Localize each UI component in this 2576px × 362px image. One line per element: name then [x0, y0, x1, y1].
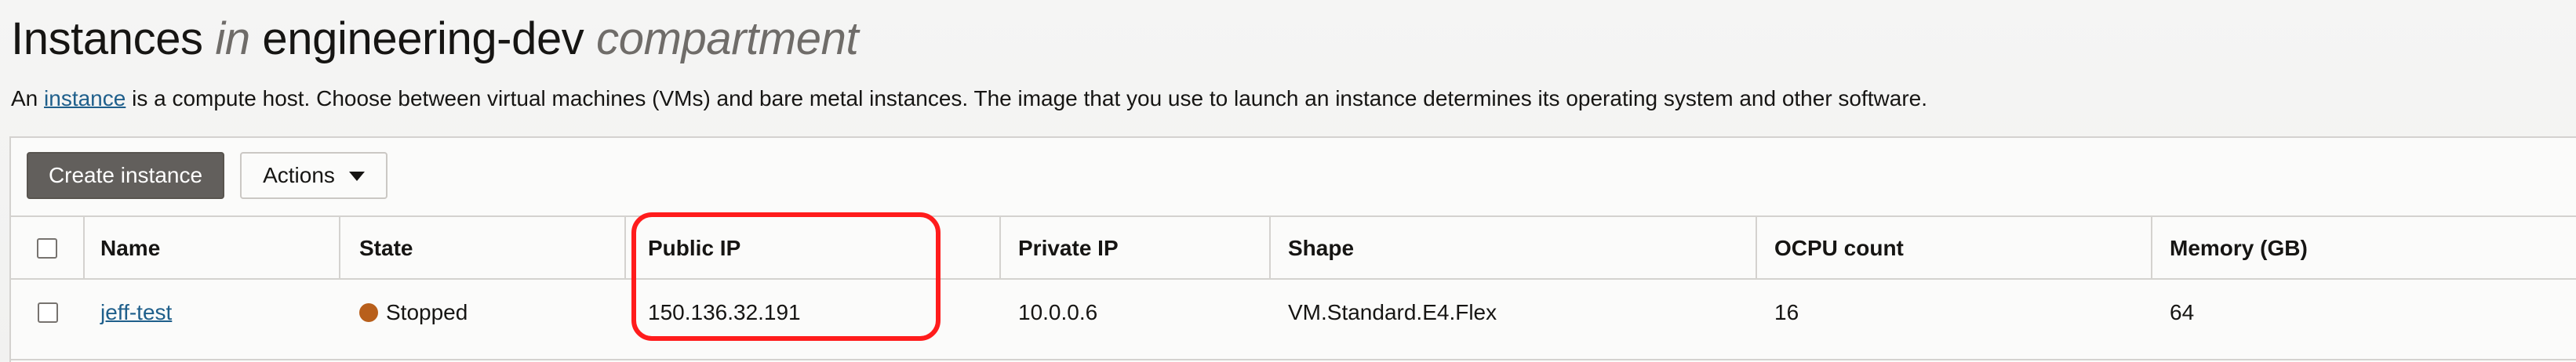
page-description: An instance is a compute host. Choose be…: [11, 83, 2560, 114]
instance-help-link[interactable]: instance: [44, 86, 126, 110]
select-all-cell: [11, 217, 85, 280]
create-instance-button[interactable]: Create instance: [27, 152, 224, 199]
column-ocpu-count-header[interactable]: OCPU count: [1757, 217, 2152, 280]
instance-name-cell: jeff-test: [85, 281, 340, 344]
chevron-down-icon: [348, 172, 365, 181]
column-shape-header[interactable]: Shape: [1271, 217, 1757, 280]
page-title-main: Instances: [11, 13, 216, 64]
column-name-header[interactable]: Name: [85, 217, 340, 280]
instances-panel: Create instance Actions Name State Publi…: [9, 136, 2576, 362]
column-state-header[interactable]: State: [340, 217, 626, 280]
description-suffix: is a compute host. Choose between virtua…: [126, 86, 1928, 110]
page-title-in: in: [215, 13, 250, 64]
table-header-row: Name State Public IP Private IP Shape OC…: [11, 217, 2576, 280]
description-prefix: An: [11, 86, 45, 110]
instance-state: Stopped: [359, 299, 468, 326]
instance-name-link[interactable]: jeff-test: [100, 299, 172, 326]
table-row: jeff-test Stopped 150.136.32.191 10.0.0.…: [11, 281, 2576, 344]
actions-button-label: Actions: [263, 163, 335, 187]
page-header: Instances in engineering-dev compartment…: [11, 5, 2560, 114]
page-title-compartment-label: compartment: [596, 13, 859, 64]
ocpu-count-cell: 16: [1774, 300, 1799, 324]
compartment-name: engineering-dev: [249, 13, 597, 64]
shape-cell: VM.Standard.E4.Flex: [1288, 300, 1497, 324]
instance-state-text: Stopped: [386, 300, 468, 324]
instances-toolbar: Create instance Actions: [27, 152, 387, 201]
row-select-cell: [11, 281, 85, 344]
column-private-ip-header[interactable]: Private IP: [1001, 217, 1271, 280]
memory-cell: 64: [2170, 300, 2195, 324]
column-public-ip-header[interactable]: Public IP: [626, 217, 1001, 280]
select-all-checkbox[interactable]: [37, 238, 57, 259]
public-ip-cell: 150.136.32.191: [648, 300, 801, 324]
page-title: Instances in engineering-dev compartment: [11, 5, 2560, 74]
instances-table: Name State Public IP Private IP Shape OC…: [11, 215, 2576, 360]
instance-state-cell: Stopped: [340, 281, 626, 344]
private-ip-cell: 10.0.0.6: [1018, 300, 1098, 324]
actions-button[interactable]: Actions: [240, 152, 387, 199]
stopped-status-icon: [359, 303, 378, 322]
column-memory-header[interactable]: Memory (GB): [2152, 217, 2576, 280]
row-select-checkbox[interactable]: [38, 302, 58, 323]
